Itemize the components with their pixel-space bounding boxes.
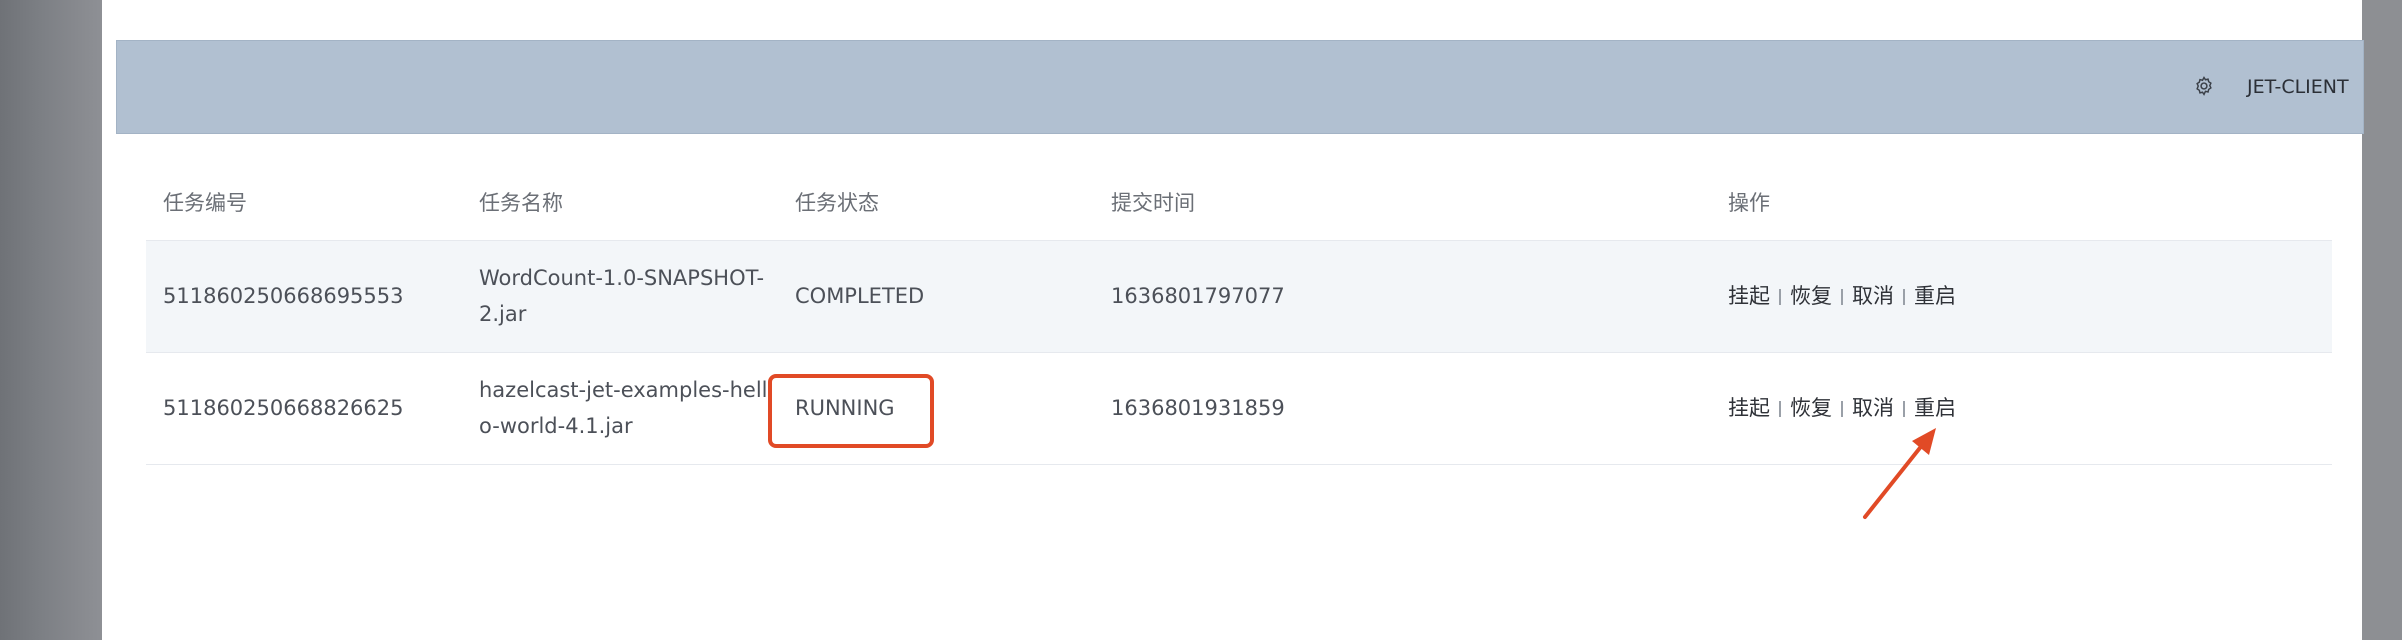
running-status-highlight [768,374,934,448]
column-header-job-status: 任务状态 [795,191,879,215]
job-id: 511860250668826625 [163,396,404,420]
gear-icon[interactable] [2193,75,2215,97]
jobs-table: 任务编号 任务名称 任务状态 提交时间 操作 51186025066869555… [146,168,2332,465]
action-divider [1841,401,1843,417]
submit-time: 1636801797077 [1111,284,1285,308]
job-name: hazelcast-jet-examples-hello-world-4.1.j… [479,378,768,438]
restart-button[interactable]: 重启 [1914,284,1956,308]
resume-button[interactable]: 恢复 [1790,284,1832,308]
column-header-job-name: 任务名称 [479,191,563,215]
suspend-button[interactable]: 挂起 [1728,284,1770,308]
action-divider [1779,401,1781,417]
row-actions: 挂起 恢复 取消 重启 [1728,278,1956,314]
suspend-button[interactable]: 挂起 [1728,396,1770,420]
job-status: COMPLETED [795,284,925,308]
header-bar: JET-CLIENT [116,40,2364,134]
annotation-arrow-icon [1863,428,1936,519]
cancel-button[interactable]: 取消 [1852,284,1894,308]
column-header-submit-time: 提交时间 [1111,191,1195,215]
job-name: WordCount-1.0-SNAPSHOT-2.jar [479,266,765,326]
column-header-job-id: 任务编号 [163,191,247,215]
job-id: 511860250668695553 [163,284,404,308]
restart-button[interactable]: 重启 [1914,396,1956,420]
table-row: 511860250668826625 hazelcast-jet-example… [146,353,2332,465]
submit-time: 1636801931859 [1111,396,1285,420]
action-divider [1903,289,1905,305]
table-row: 511860250668695553 WordCount-1.0-SNAPSHO… [146,241,2332,353]
resume-button[interactable]: 恢复 [1790,396,1832,420]
action-divider [1841,289,1843,305]
client-label: JET-CLIENT [2247,76,2349,98]
action-divider [1903,401,1905,417]
row-actions: 挂起 恢复 取消 重启 [1728,390,1956,426]
table-header: 任务编号 任务名称 任务状态 提交时间 操作 [146,168,2332,241]
column-header-actions: 操作 [1728,191,1770,215]
action-divider [1779,289,1781,305]
cancel-button[interactable]: 取消 [1852,396,1894,420]
window-background-right [2362,0,2402,640]
